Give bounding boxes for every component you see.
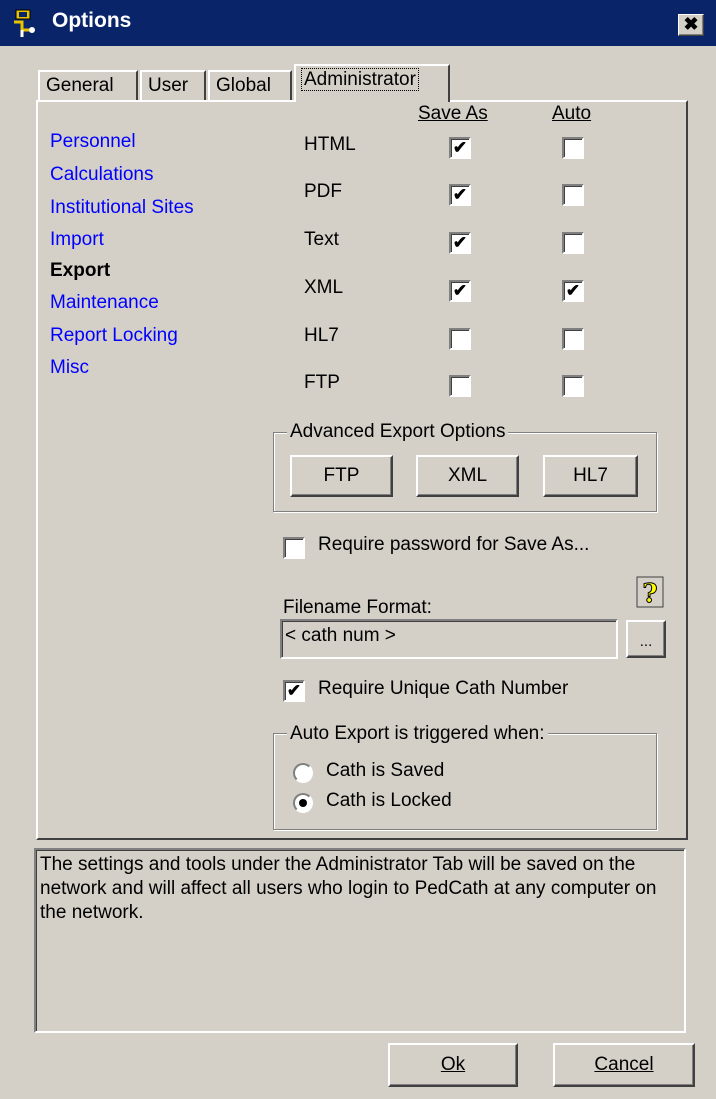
filename-format-value: < cath num > bbox=[285, 625, 396, 646]
format-label-ftp: FTP bbox=[304, 372, 340, 393]
require-unique-label: Require Unique Cath Number bbox=[318, 678, 569, 699]
html-save-as-checkbox[interactable]: ✔ bbox=[449, 137, 471, 159]
tab-user[interactable]: User bbox=[140, 70, 206, 100]
cath-saved-label: Cath is Saved bbox=[326, 760, 445, 781]
format-label-pdf: PDF bbox=[304, 181, 342, 202]
cath-locked-label: Cath is Locked bbox=[326, 790, 452, 811]
sidebar-item-import[interactable]: Import bbox=[50, 229, 104, 251]
button-label: XML bbox=[447, 465, 488, 486]
check-icon: ✔ bbox=[565, 281, 581, 300]
advanced-export-caption: Advanced Export Options bbox=[287, 421, 509, 443]
pdf-auto-checkbox[interactable] bbox=[562, 184, 584, 206]
cath-locked-radio[interactable] bbox=[293, 793, 313, 813]
button-label: HL7 bbox=[573, 465, 608, 486]
check-icon: ✔ bbox=[452, 138, 468, 157]
tab-label: User bbox=[148, 75, 189, 96]
hl7-options-button[interactable]: HL7 bbox=[543, 455, 638, 497]
ok-button[interactable]: Ok bbox=[388, 1043, 518, 1087]
check-icon: ✔ bbox=[286, 681, 302, 700]
button-label: Cancel bbox=[594, 1054, 654, 1075]
filename-format-field[interactable]: < cath num > bbox=[280, 619, 618, 659]
format-label-hl7: HL7 bbox=[304, 325, 339, 346]
auto-export-trigger-caption: Auto Export is triggered when: bbox=[287, 723, 548, 745]
sidebar-item-export[interactable]: Export bbox=[50, 260, 110, 282]
xml-auto-checkbox[interactable]: ✔ bbox=[562, 280, 584, 302]
text-auto-checkbox[interactable] bbox=[562, 232, 584, 254]
check-icon: ✔ bbox=[452, 233, 468, 252]
format-label-html: HTML bbox=[304, 134, 356, 155]
pdf-save-as-checkbox[interactable]: ✔ bbox=[449, 184, 471, 206]
require-unique-checkbox[interactable]: ✔ bbox=[283, 680, 305, 702]
ftp-options-button[interactable]: FTP bbox=[290, 455, 393, 497]
tab-label: Administrator bbox=[301, 68, 419, 91]
tab-label: General bbox=[46, 75, 114, 96]
save-as-column-header: Save As bbox=[418, 103, 488, 124]
hl7-save-as-checkbox[interactable] bbox=[449, 328, 471, 350]
sidebar-item-misc[interactable]: Misc bbox=[50, 357, 89, 379]
hl7-auto-checkbox[interactable] bbox=[562, 328, 584, 350]
sidebar-item-calculations[interactable]: Calculations bbox=[50, 164, 154, 186]
cath-saved-radio[interactable] bbox=[293, 763, 313, 783]
app-icon bbox=[14, 9, 35, 37]
close-icon: ✖ bbox=[683, 14, 699, 34]
tab-administrator[interactable]: Administrator bbox=[294, 64, 450, 102]
svg-text:?: ? bbox=[642, 579, 657, 608]
button-label: ... bbox=[639, 633, 653, 650]
sidebar-item-personnel[interactable]: Personnel bbox=[50, 131, 136, 153]
filename-format-label: Filename Format: bbox=[283, 597, 432, 618]
check-icon: ✔ bbox=[452, 281, 468, 300]
xml-options-button[interactable]: XML bbox=[416, 455, 519, 497]
tab-global[interactable]: Global bbox=[208, 70, 292, 100]
window-title: Options bbox=[52, 9, 132, 32]
title-bar: Options ✖ bbox=[0, 0, 716, 46]
check-icon: ✔ bbox=[452, 185, 468, 204]
sidebar-item-maintenance[interactable]: Maintenance bbox=[50, 292, 159, 314]
sidebar-item-report-locking[interactable]: Report Locking bbox=[50, 325, 178, 347]
button-label: FTP bbox=[323, 465, 360, 486]
button-label: Ok bbox=[440, 1054, 466, 1075]
text-save-as-checkbox[interactable]: ✔ bbox=[449, 232, 471, 254]
filename-browse-button[interactable]: ... bbox=[626, 620, 666, 658]
close-button[interactable]: ✖ bbox=[678, 14, 704, 36]
xml-save-as-checkbox[interactable]: ✔ bbox=[449, 280, 471, 302]
require-password-label: Require password for Save As... bbox=[318, 534, 590, 555]
cancel-button[interactable]: Cancel bbox=[553, 1043, 695, 1087]
tab-general[interactable]: General bbox=[38, 70, 138, 100]
ftp-save-as-checkbox[interactable] bbox=[449, 375, 471, 397]
help-question-icon[interactable]: ? bbox=[636, 576, 664, 608]
ftp-auto-checkbox[interactable] bbox=[562, 375, 584, 397]
format-label-text: Text bbox=[304, 229, 339, 250]
require-password-checkbox[interactable] bbox=[283, 537, 305, 559]
info-text-box: The settings and tools under the Adminis… bbox=[34, 848, 686, 1033]
format-label-xml: XML bbox=[304, 277, 344, 298]
auto-column-header: Auto bbox=[552, 103, 592, 124]
html-auto-checkbox[interactable] bbox=[562, 137, 584, 159]
sidebar-item-institutional-sites[interactable]: Institutional Sites bbox=[50, 197, 194, 219]
tab-label: Global bbox=[216, 75, 271, 96]
